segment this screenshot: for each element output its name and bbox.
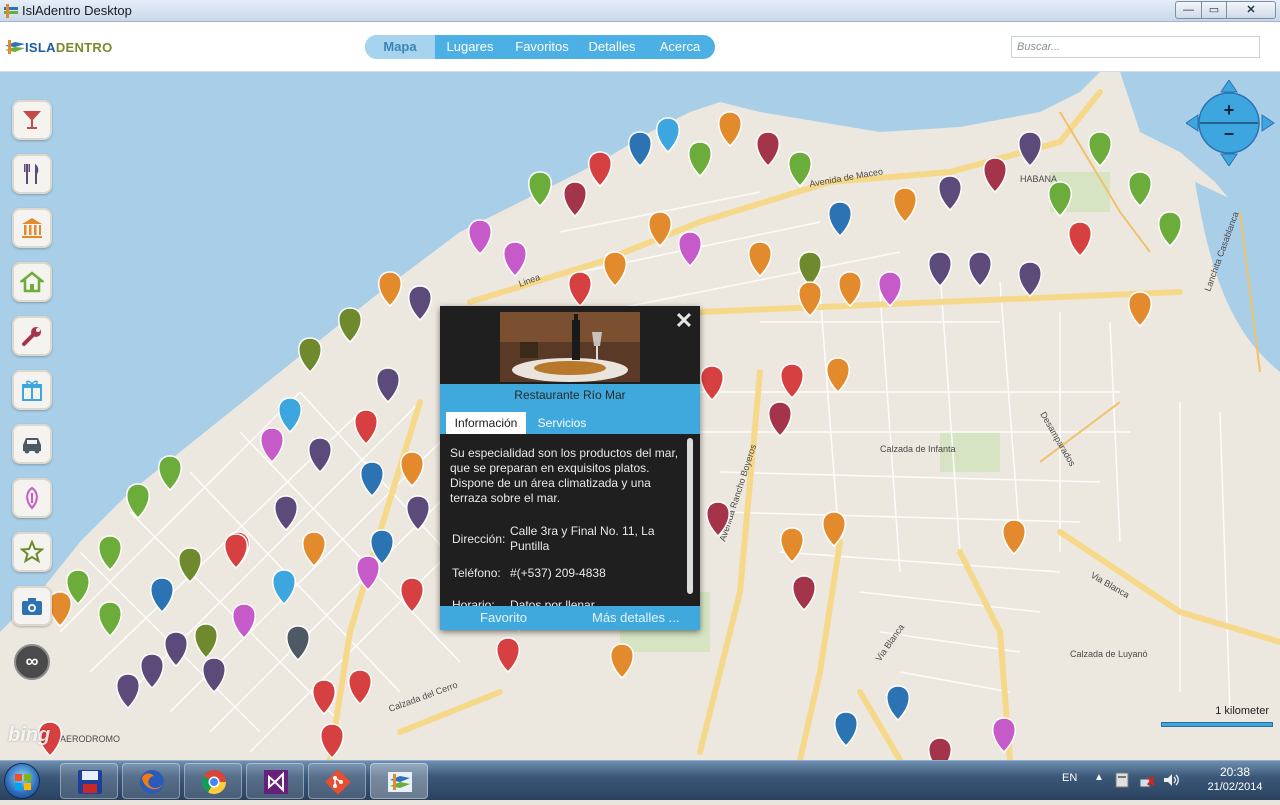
category-favorites-button[interactable] bbox=[12, 532, 52, 572]
place-popup: ✕ Restaurante Río Mar Información Servic… bbox=[440, 306, 700, 630]
tab-favoritos[interactable]: Favoritos bbox=[505, 35, 579, 59]
taskbar: EN ▲ 20:38 21/02/2014 bbox=[0, 760, 1280, 800]
place-description: Su especialidad son los productos del ma… bbox=[450, 446, 679, 505]
category-museums-button[interactable] bbox=[12, 208, 52, 248]
pan-up-icon[interactable] bbox=[1220, 80, 1238, 93]
zoom-in-icon[interactable]: + bbox=[1224, 100, 1235, 120]
pin-icon bbox=[26, 486, 38, 510]
tab-detalles[interactable]: Detalles bbox=[579, 35, 645, 59]
fork-knife-icon bbox=[24, 164, 39, 184]
favorite-button[interactable]: Favorito bbox=[480, 610, 527, 625]
svg-text:Calzada de Infanta: Calzada de Infanta bbox=[880, 444, 956, 454]
pan-left-icon[interactable] bbox=[1186, 114, 1199, 132]
language-indicator[interactable]: EN bbox=[1062, 772, 1077, 784]
window-title: IslAdentro Desktop bbox=[22, 3, 132, 18]
house-icon bbox=[20, 271, 44, 293]
pan-down-icon[interactable] bbox=[1220, 153, 1238, 166]
car-icon bbox=[23, 438, 41, 454]
tab-mapa[interactable]: Mapa bbox=[365, 35, 435, 59]
scale-bar bbox=[1161, 722, 1273, 727]
category-restaurants-button[interactable] bbox=[12, 154, 52, 194]
app-header: ISLADENTRO Mapa Lugares Favoritos Detall… bbox=[0, 22, 1280, 72]
clock-time: 20:38 bbox=[1219, 765, 1251, 779]
scale-label: 1 kilometer bbox=[1215, 705, 1269, 717]
phone-value: #(+537) 209-4838 bbox=[510, 566, 606, 580]
svg-text:AERODROMO: AERODROMO bbox=[60, 734, 120, 744]
toggle-categories-button[interactable]: ∞ bbox=[14, 644, 50, 680]
map-scale: 1 kilometer bbox=[1160, 704, 1275, 730]
phone-label: Teléfono: bbox=[452, 566, 501, 580]
tab-servicios[interactable]: Servicios bbox=[532, 412, 592, 434]
category-services-button[interactable] bbox=[12, 316, 52, 356]
bing-attribution: bing bbox=[8, 724, 51, 746]
hours-value: Datos por llenar. bbox=[510, 598, 598, 606]
minimize-button[interactable]: — bbox=[1175, 1, 1202, 19]
gift-icon bbox=[22, 380, 42, 401]
svg-text:HABANA: HABANA bbox=[1020, 174, 1057, 184]
place-name: Restaurante Río Mar bbox=[514, 388, 626, 402]
wrench-icon bbox=[22, 327, 41, 346]
more-details-button[interactable]: Más detalles ... bbox=[592, 610, 679, 625]
tray-notification-icon[interactable] bbox=[1114, 771, 1130, 789]
logo-icon bbox=[5, 40, 25, 54]
windows-logo-icon bbox=[15, 774, 31, 790]
camera-icon bbox=[22, 598, 42, 615]
tab-lugares[interactable]: Lugares bbox=[435, 35, 505, 59]
svg-text:Calzada de Luyanó: Calzada de Luyanó bbox=[1070, 649, 1148, 659]
museum-icon bbox=[22, 218, 42, 238]
clock-date: 21/02/2014 bbox=[1207, 781, 1263, 793]
logo-text: ISLADENTRO bbox=[25, 40, 113, 55]
tab-informacion[interactable]: Información bbox=[446, 412, 526, 434]
category-photos-button[interactable] bbox=[12, 586, 52, 626]
window-title-bar: IslAdentro Desktop — ▭ ✕ bbox=[0, 0, 1280, 22]
zoom-out-icon[interactable]: − bbox=[1224, 124, 1235, 144]
visual-studio-icon bbox=[264, 770, 288, 794]
save-icon bbox=[78, 770, 102, 794]
pan-right-icon[interactable] bbox=[1261, 114, 1275, 132]
star-icon bbox=[20, 540, 44, 564]
taskbar-git-app[interactable] bbox=[308, 763, 366, 799]
cocktail-icon bbox=[23, 111, 41, 129]
main-nav: Mapa Lugares Favoritos Detalles Acerca bbox=[365, 35, 715, 59]
taskbar-visual-studio-app[interactable] bbox=[246, 763, 304, 799]
search-input[interactable] bbox=[1011, 36, 1260, 58]
network-icon[interactable] bbox=[1138, 771, 1156, 789]
chrome-icon bbox=[201, 770, 226, 795]
category-culture-button[interactable] bbox=[12, 478, 52, 518]
firefox-icon bbox=[140, 770, 164, 794]
tray-expand-icon[interactable]: ▲ bbox=[1094, 772, 1104, 783]
pan-zoom-control[interactable]: + − bbox=[1186, 80, 1276, 166]
category-lodging-button[interactable] bbox=[12, 262, 52, 302]
isladentro-logo: ISLADENTRO bbox=[5, 38, 112, 58]
popup-close-button[interactable]: ✕ bbox=[672, 310, 696, 334]
category-bars-button[interactable] bbox=[12, 100, 52, 140]
taskbar-firefox-app[interactable] bbox=[122, 763, 180, 799]
taskbar-chrome-app[interactable] bbox=[184, 763, 242, 799]
taskbar-isladentro-app[interactable] bbox=[370, 763, 428, 799]
place-photo bbox=[500, 312, 640, 382]
taskbar-save-app[interactable] bbox=[60, 763, 118, 799]
maximize-button[interactable]: ▭ bbox=[1201, 1, 1227, 19]
system-clock[interactable]: 20:38 21/02/2014 bbox=[1200, 765, 1270, 793]
popup-scrollbar[interactable] bbox=[687, 438, 693, 594]
hours-label: Horario: bbox=[452, 598, 495, 606]
app-icon bbox=[4, 4, 18, 18]
tab-acerca[interactable]: Acerca bbox=[645, 35, 715, 59]
git-icon bbox=[325, 769, 351, 795]
address-label: Dirección: bbox=[452, 532, 506, 546]
popup-content[interactable]: Su especialidad son los productos del ma… bbox=[440, 434, 700, 606]
category-transport-button[interactable] bbox=[12, 424, 52, 464]
volume-icon[interactable] bbox=[1162, 771, 1180, 789]
start-button[interactable] bbox=[4, 763, 40, 799]
address-value: Calle 3ra y Final No. 11, La Puntilla bbox=[510, 524, 655, 553]
close-window-button[interactable]: ✕ bbox=[1226, 1, 1276, 19]
isladentro-icon bbox=[388, 772, 412, 792]
category-shopping-button[interactable] bbox=[12, 370, 52, 410]
